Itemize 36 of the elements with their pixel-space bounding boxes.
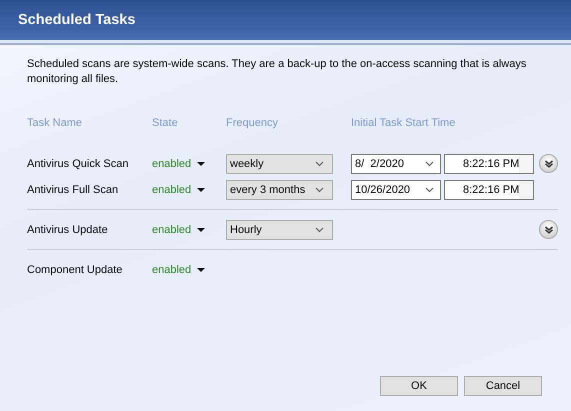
caret-icon	[197, 268, 206, 272]
chevron-icon	[315, 187, 324, 193]
frequency-dropdown[interactable]: Hourly	[226, 220, 333, 240]
state-dropdown[interactable]: enabled	[152, 264, 206, 276]
expand-button[interactable]	[539, 154, 558, 173]
date-field[interactable]: 10/26/2020	[351, 180, 441, 200]
frequency-dropdown[interactable]: every 3 months	[226, 180, 333, 200]
caret-icon	[197, 228, 206, 232]
chevron-icon	[425, 161, 434, 167]
column-header: State	[152, 116, 179, 130]
expand-button[interactable]	[539, 220, 558, 239]
task-name: Antivirus Quick Scan	[27, 158, 130, 170]
column-header: Initial Task Start Time	[351, 116, 456, 130]
state-dropdown[interactable]: enabled	[152, 158, 206, 170]
task-name: Antivirus Update	[27, 224, 109, 236]
caret-icon	[197, 162, 206, 166]
column-header: Frequency	[226, 116, 279, 130]
dialog-button[interactable]: OK	[380, 376, 458, 396]
window-title: Scheduled Tasks	[18, 12, 136, 28]
chevron-icon	[544, 226, 554, 234]
chevron-icon	[544, 160, 554, 168]
description-text: Scheduled scans are system-wide scans. They are a back-up to the on-access scanning that is always monitoring all files.	[27, 57, 528, 87]
state-dropdown[interactable]: enabled	[152, 184, 206, 196]
column-header: Task Name	[27, 116, 84, 130]
state-dropdown[interactable]: enabled	[152, 224, 206, 236]
chevron-icon	[315, 227, 324, 233]
caret-icon	[197, 188, 206, 192]
task-name: Component Update	[27, 264, 124, 276]
date-field[interactable]: 8/ 2/2020	[351, 154, 441, 174]
time-field[interactable]: 8:22:16 PM	[444, 180, 534, 200]
task-name: Antivirus Full Scan	[27, 184, 120, 196]
frequency-dropdown[interactable]: weekly	[226, 154, 333, 174]
time-field[interactable]: 8:22:16 PM	[444, 154, 534, 174]
chevron-icon	[425, 187, 434, 193]
dialog-button[interactable]: Cancel	[464, 376, 542, 396]
chevron-icon	[315, 161, 324, 167]
